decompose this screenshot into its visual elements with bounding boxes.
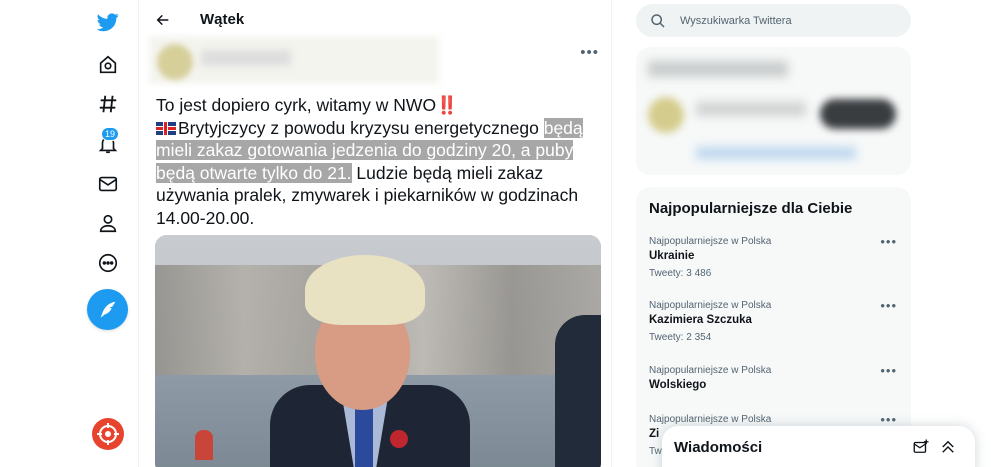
trend-count: Tweety: 2 354 [649,332,712,343]
search-bar[interactable] [636,4,911,37]
trend-context: Najpopularniejsze w Polska [649,300,772,311]
trend-name: Ukrainie [649,250,695,262]
explore-hashtag-icon[interactable] [86,85,130,123]
trend-context: Najpopularniejsze w Polska [649,236,772,247]
left-nav: 19 [86,0,130,467]
account-avatar[interactable] [92,418,124,450]
tweet-photo[interactable] [155,235,601,467]
author-name-blurred[interactable] [201,50,291,66]
who-to-follow-blurred [636,47,911,175]
trend-name: Wolskiego [649,379,707,391]
trend-more-icon[interactable]: ••• [880,234,897,249]
double-exclamation-emoji: ‼️ [436,95,458,115]
profile-icon[interactable] [86,204,130,242]
main-column: Wątek ••• To jest dopiero cyrk, witamy w… [138,0,612,467]
tweet-part2: Brytyjczycy z powodu kryzysu energetyczn… [178,117,544,138]
thread-header: Wątek [139,0,613,40]
notifications-bell-icon[interactable]: 19 [86,125,130,163]
notifications-badge: 19 [101,127,119,141]
trend-more-icon[interactable]: ••• [880,412,897,427]
messages-title: Wiadomości [674,439,763,456]
trend-count: Tweety: 3 486 [649,268,712,279]
tweet-more-icon[interactable]: ••• [580,44,599,61]
trend-name: Zi [649,428,660,440]
trend-context: Najpopularniejsze w Polska [649,365,772,376]
home-icon[interactable] [86,46,130,84]
more-options-icon[interactable] [86,244,130,282]
tweet-line1: To jest dopiero cyrk, witamy w NWO [156,95,437,115]
trends-title: Najpopularniejsze dla Ciebie [649,200,853,217]
feather-icon [100,301,115,317]
page-title: Wątek [200,11,245,28]
uk-flag-icon [156,121,176,135]
trends-panel: Najpopularniejsze dla Ciebie Najpopularn… [636,187,911,467]
trend-item[interactable]: Najpopularniejsze w Polska Kazimiera Szc… [636,298,911,364]
search-icon [651,14,665,28]
trend-count: Tw [649,446,662,457]
messages-mail-icon[interactable] [86,165,130,203]
trend-more-icon[interactable]: ••• [880,298,897,313]
twitter-logo-icon[interactable] [86,3,130,41]
trend-name: Kazimiera Szczuka [649,314,752,326]
tweet-text: To jest dopiero cyrk, witamy w NWO‼️ Bry… [156,94,601,229]
messages-drawer[interactable]: Wiadomości [662,426,975,467]
target-icon [97,423,119,445]
trend-more-icon[interactable]: ••• [880,363,897,378]
trend-context: Najpopularniejsze w Polska [649,414,772,425]
compose-tweet-button[interactable] [87,289,128,330]
new-message-icon[interactable] [912,438,930,456]
search-input[interactable] [680,4,900,37]
author-avatar[interactable] [157,44,193,80]
trend-item[interactable]: Najpopularniejsze w Polska Ukrainie Twee… [636,234,911,300]
back-arrow-icon[interactable] [153,10,173,30]
expand-chevron-up-icon[interactable] [939,438,957,456]
